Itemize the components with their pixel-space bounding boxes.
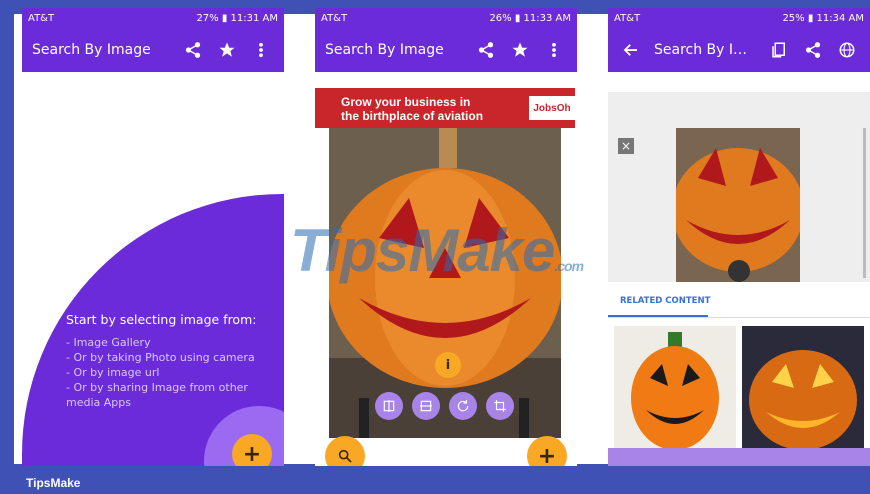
- flip-vertical-button[interactable]: [412, 392, 440, 420]
- carrier-label: AT&T: [28, 12, 55, 24]
- copy-icon[interactable]: [766, 37, 792, 63]
- screenshot-frame: AT&T 27% ▮ 11:31 AM Search By Image Star…: [0, 0, 870, 494]
- tab-related-content[interactable]: RELATED CONTENT: [620, 296, 710, 306]
- watermark-text: TipsMake: [290, 217, 555, 284]
- app-title: Search By Image: [32, 42, 151, 58]
- watermark-suffix: .com: [554, 258, 584, 274]
- app-bar: Search By Im...: [608, 28, 870, 72]
- intro-item: - Image Gallery: [66, 336, 151, 349]
- plus-icon: +: [242, 441, 262, 467]
- query-image-panel: ×: [608, 92, 870, 282]
- phone-screen-1: AT&T 27% ▮ 11:31 AM Search By Image Star…: [22, 8, 284, 466]
- flip-horizontal-icon: [383, 400, 395, 412]
- crop-button[interactable]: [486, 392, 514, 420]
- ad-line-1: Grow your business in: [341, 95, 471, 109]
- more-vert-icon[interactable]: [541, 37, 567, 63]
- flip-vertical-icon: [420, 400, 432, 412]
- pumpkin-thumbnail: [676, 128, 800, 282]
- pumpkin-result-2: [742, 326, 864, 456]
- flip-horizontal-button[interactable]: [375, 392, 403, 420]
- bottom-navigation[interactable]: [608, 448, 870, 466]
- intro-heading: Start by selecting image from:: [66, 312, 257, 327]
- app-bar: Search By Image: [22, 28, 284, 72]
- search-button[interactable]: [325, 436, 365, 466]
- plus-icon: +: [537, 443, 557, 467]
- crop-icon: [494, 400, 506, 412]
- ad-text: Grow your business in the birthplace of …: [341, 95, 483, 123]
- app-bar: Search By Image: [315, 28, 577, 72]
- status-right: 27% ▮ 11:31 AM: [196, 12, 278, 24]
- ad-brand: JobsOh: [529, 96, 575, 120]
- carrier-label: AT&T: [614, 12, 641, 24]
- related-results-grid: [608, 320, 870, 466]
- rotate-icon: [457, 400, 469, 412]
- query-image: [676, 128, 800, 282]
- app-title: Search By Im...: [654, 42, 758, 58]
- info-icon: i: [445, 357, 451, 373]
- phone-screen-3: AT&T 25% ▮ 11:34 AM Search By Im... × RE…: [608, 8, 870, 466]
- status-right: 25% ▮ 11:34 AM: [782, 12, 864, 24]
- carrier-label: AT&T: [321, 12, 348, 24]
- scrollbar[interactable]: [863, 128, 866, 278]
- status-bar: AT&T 27% ▮ 11:31 AM: [22, 8, 284, 28]
- search-icon: [338, 449, 352, 463]
- result-image[interactable]: [742, 326, 864, 456]
- share-icon[interactable]: [180, 37, 206, 63]
- tab-bar: RELATED CONTENT: [608, 284, 870, 318]
- globe-icon[interactable]: [834, 37, 860, 63]
- pumpkin-result-1: [614, 326, 736, 456]
- footer-brand: TipsMake: [26, 476, 81, 490]
- status-right: 26% ▮ 11:33 AM: [489, 12, 571, 24]
- ad-banner[interactable]: Grow your business in the birthplace of …: [315, 88, 575, 128]
- app-title: Search By Image: [325, 42, 444, 58]
- info-button[interactable]: i: [435, 352, 461, 378]
- status-bar: AT&T 26% ▮ 11:33 AM: [315, 8, 577, 28]
- intro-item: - Or by sharing Image from other: [66, 381, 248, 394]
- more-vert-icon[interactable]: [248, 37, 274, 63]
- result-image[interactable]: [614, 326, 736, 456]
- intro-item: - Or by taking Photo using camera: [66, 351, 255, 364]
- intro-item: - Or by image url: [66, 366, 160, 379]
- back-arrow-icon[interactable]: [618, 37, 644, 63]
- add-image-button[interactable]: +: [527, 436, 567, 466]
- share-icon[interactable]: [800, 37, 826, 63]
- star-icon[interactable]: [507, 37, 533, 63]
- rotate-button[interactable]: [449, 392, 477, 420]
- add-image-button[interactable]: +: [232, 434, 272, 466]
- ad-line-2: the birthplace of aviation: [341, 109, 484, 123]
- status-bar: AT&T 25% ▮ 11:34 AM: [608, 8, 870, 28]
- share-icon[interactable]: [473, 37, 499, 63]
- star-icon[interactable]: [214, 37, 240, 63]
- lens-search-icon[interactable]: [728, 260, 750, 282]
- tab-indicator: [608, 315, 708, 317]
- intro-text: Start by selecting image from: - Image G…: [66, 312, 284, 410]
- close-button[interactable]: ×: [618, 138, 634, 154]
- watermark: TipsMake.com: [290, 216, 584, 285]
